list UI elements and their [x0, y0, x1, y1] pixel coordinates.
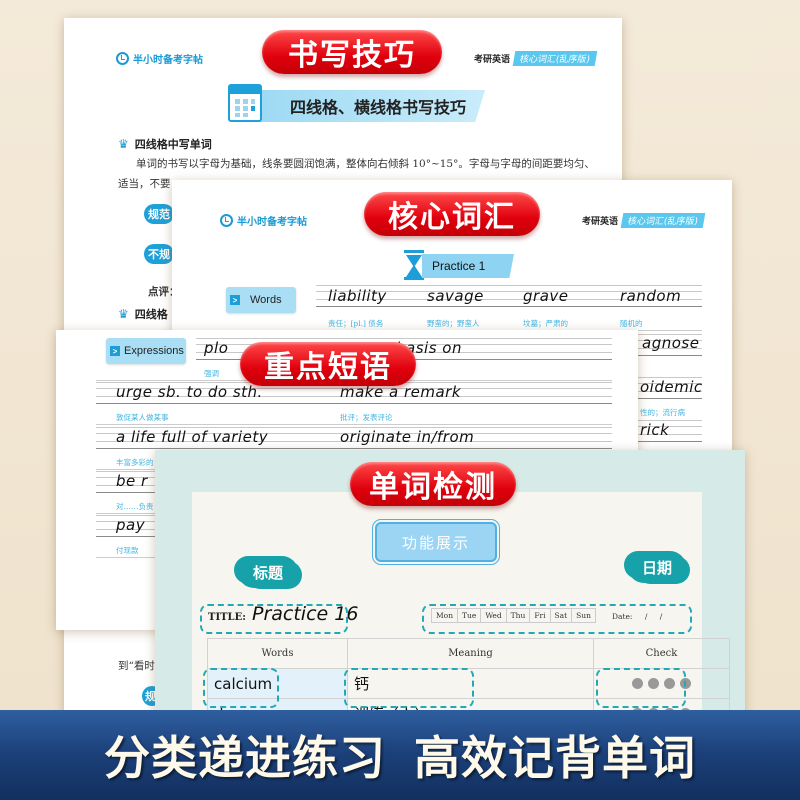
day-mon[interactable]: Mon: [432, 609, 459, 622]
day-thu[interactable]: Thu: [507, 609, 531, 622]
meaning-outline: [344, 668, 474, 708]
lower-text: 到“看时: [118, 660, 155, 672]
slogan-right: 高效记背单词: [414, 731, 696, 785]
brand-logo-text: 半小时备考字帖: [237, 217, 307, 228]
series-label: 考研英语 核心词汇(乱序版): [474, 51, 598, 66]
chevron-right-icon: >: [110, 346, 120, 356]
footer-banner: 分类递进练习 高效记背单词: [0, 710, 800, 800]
calendar-icon: [228, 84, 262, 122]
expression-text: originate in/from: [340, 428, 475, 446]
slogan-left: 分类递进练习: [104, 731, 386, 785]
vocab-word: oidemic: [640, 378, 703, 396]
date-cloud: 日期: [628, 551, 686, 583]
vocab-meaning: 性的；流行病: [640, 408, 685, 417]
expression-text: be r: [116, 472, 148, 490]
expression-meaning: 批评；发表评论: [340, 413, 393, 422]
brand-logo: 半小时备考字帖: [220, 213, 307, 228]
expressions-pill: 重点短语: [240, 342, 416, 386]
section-heading: ♛ 四线格: [118, 306, 168, 322]
core-vocab-pill: 核心词汇: [364, 192, 540, 236]
section-heading: ♛ 四线格中写单词: [118, 136, 212, 152]
paragraph-line: 适当，不要: [118, 178, 171, 190]
header-words: Words: [207, 638, 348, 669]
clock-icon: [220, 214, 233, 227]
expressions-label: > Expressions: [106, 338, 186, 364]
weekday-selector: Mon Tue Wed Thu Fri Sat Sun: [431, 608, 596, 623]
expression-text: pay: [116, 516, 146, 534]
lotus-icon: ♛: [118, 137, 129, 151]
table-header-row: Words Meaning Check: [207, 638, 730, 669]
day-tue[interactable]: Tue: [458, 609, 482, 622]
heading-text: 四线格: [134, 308, 168, 321]
series-name: 考研英语: [582, 217, 619, 227]
expression-text: a life full of variety: [116, 428, 269, 446]
header-check: Check: [593, 638, 730, 669]
day-wed[interactable]: Wed: [481, 609, 507, 622]
vocab-word: agnose: [642, 334, 700, 352]
day-fri[interactable]: Fri: [530, 609, 551, 622]
lotus-icon: ♛: [118, 307, 129, 321]
brand-logo: 半小时备考字帖: [116, 51, 203, 66]
series-tag: 核心词汇(乱序版): [620, 213, 706, 228]
date-label: Date: / /: [612, 612, 663, 621]
practice-tag: Practice 1: [422, 254, 514, 278]
paragraph-line: 单词的书写以字母为基础，线条要圆润饱满，整体向右倾斜 10°~15°。字母与字母…: [136, 158, 595, 170]
title-cloud: 标题: [238, 556, 298, 588]
section-banner: 四线格、横线格书写技巧: [240, 90, 485, 122]
vocab-word: random: [620, 287, 682, 305]
heading-text: 四线格中写单词: [134, 138, 212, 151]
brand-logo-text: 半小时备考字帖: [133, 55, 203, 66]
feature-box: 功能展示: [372, 519, 500, 565]
day-sun[interactable]: Sun: [572, 609, 595, 622]
divider: [96, 424, 612, 425]
nonstandard-badge: 不规: [144, 244, 174, 264]
hourglass-icon: [404, 250, 424, 280]
words-outline: [203, 668, 279, 708]
words-label: > Words: [226, 287, 296, 313]
chevron-right-icon: >: [230, 295, 240, 305]
expression-text: plo: [204, 339, 229, 357]
series-tag: 核心词汇(乱序版): [512, 51, 598, 66]
day-sat[interactable]: Sat: [551, 609, 573, 622]
expression-meaning: 丰富多彩的: [116, 458, 154, 467]
vocab-word: savage: [427, 287, 484, 305]
expression-meaning: 付现款: [116, 546, 139, 555]
expression-meaning: 敦促某人做某事: [116, 413, 169, 422]
vocab-meaning: 坟墓；严肃的: [523, 319, 568, 328]
expressions-label-text: Expressions: [124, 345, 184, 357]
header-meaning: Meaning: [347, 638, 594, 669]
vocab-meaning: 责任；[pl.] 债务: [328, 319, 384, 328]
expression-text: urge sb. to do sth.: [116, 383, 263, 401]
title-label: TITLE:: [208, 612, 246, 623]
clock-icon: [116, 52, 129, 65]
vocab-meaning: 随机的: [620, 319, 643, 328]
writing-tips-pill: 书写技巧: [262, 30, 442, 74]
series-name: 考研英语: [474, 55, 511, 65]
words-label-text: Words: [250, 294, 282, 306]
vocab-word: rick: [640, 421, 670, 439]
check-outline: [596, 668, 686, 708]
vocab-word: grave: [523, 287, 569, 305]
expression-meaning: 强调: [204, 369, 219, 378]
expression-meaning: 对……负责: [116, 502, 154, 511]
vocab-meaning: 野蛮的；野蛮人: [427, 319, 480, 328]
word-test-pill: 单词检测: [350, 462, 516, 506]
title-value: Practice 16: [252, 603, 359, 625]
standard-badge: 规范: [144, 204, 174, 224]
series-label: 考研英语 核心词汇(乱序版): [582, 213, 706, 228]
vocab-word: liability: [328, 287, 387, 305]
